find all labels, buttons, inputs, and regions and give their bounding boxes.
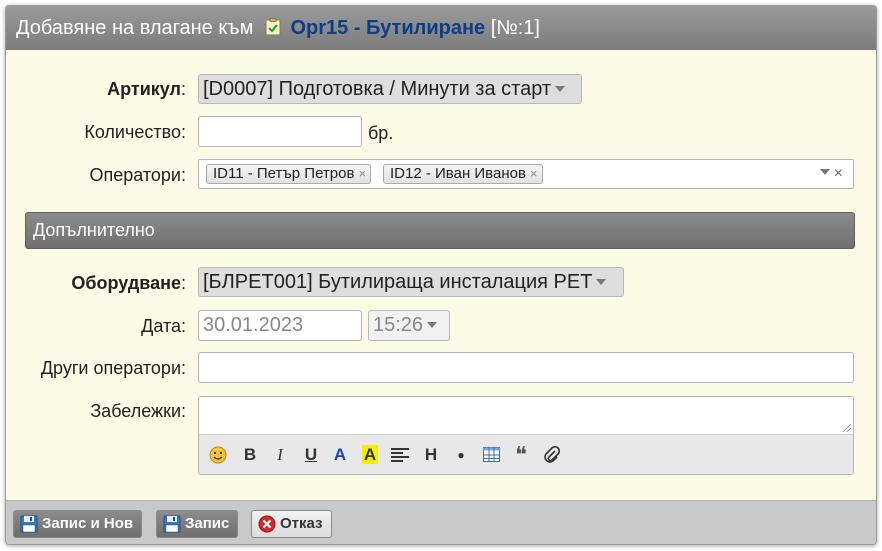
section-header-extra[interactable]: Допълнително	[25, 212, 855, 249]
operator-tag: ID12 - Иван Иванов ×	[383, 164, 543, 184]
time-select[interactable]: 15:26	[368, 310, 450, 341]
bullet-list-button[interactable]: ●	[450, 445, 472, 465]
notes-label: Забележки:	[90, 401, 186, 421]
clear-all-icon[interactable]: ×	[834, 165, 843, 182]
operators-label: Оператори:	[89, 165, 186, 185]
remove-tag-icon[interactable]: ×	[530, 166, 538, 181]
date-input[interactable]: 30.01.2023	[198, 310, 362, 341]
other-operators-input[interactable]	[198, 352, 854, 383]
multiselect-controls: ×	[819, 165, 843, 183]
operators-multiselect[interactable]: ID11 - Петър Петров × ID12 - Иван Иванов ×…	[198, 159, 854, 189]
underline-button[interactable]: U	[300, 445, 322, 465]
cancel-icon	[258, 515, 276, 533]
quantity-input[interactable]	[198, 116, 362, 147]
equipment-select[interactable]: [БЛРЕТ001] Бутилираща инсталация PET	[198, 267, 624, 297]
quantity-row: Количество: бр.	[6, 116, 876, 148]
add-input-dialog: Добавяне на влагане към Opr15 - Бутилира…	[5, 5, 877, 545]
emoji-icon[interactable]	[207, 445, 229, 465]
dialog-number: [№:1]	[490, 17, 540, 39]
notes-editor: B I U A A H ● ❝	[198, 396, 854, 475]
chevron-down-icon	[555, 86, 566, 92]
quote-button[interactable]: ❝	[510, 444, 532, 466]
save-button[interactable]: Запис	[156, 510, 239, 538]
quantity-unit: бр.	[368, 123, 394, 143]
article-row: Артикул: [D0007] Подготовка / Минути за …	[6, 74, 876, 106]
cancel-button[interactable]: Отказ	[251, 510, 332, 538]
editor-toolbar: B I U A A H ● ❝	[199, 434, 853, 474]
operation-link[interactable]: Opr15 - Бутилиране	[290, 17, 485, 39]
bold-button[interactable]: B	[239, 445, 261, 465]
text-color-button[interactable]: A	[329, 445, 351, 465]
quantity-label: Количество:	[84, 122, 186, 142]
notes-textarea[interactable]	[199, 397, 853, 434]
dialog-titlebar: Добавяне на влагане към Opr15 - Бутилира…	[6, 6, 876, 50]
resize-handle[interactable]	[843, 424, 851, 432]
article-label: Артикул:	[107, 79, 186, 99]
other-operators-label: Други оператори:	[40, 358, 186, 378]
italic-button[interactable]: I	[269, 445, 291, 465]
save-and-new-button[interactable]: Запис и Нов	[13, 510, 143, 538]
remove-tag-icon[interactable]: ×	[358, 166, 366, 181]
other-operators-row: Други оператори:	[6, 352, 876, 384]
date-label: Дата:	[141, 316, 186, 336]
highlight-button[interactable]: A	[359, 445, 381, 465]
equipment-label: Оборудване:	[71, 273, 186, 293]
align-icon[interactable]	[389, 445, 411, 465]
chevron-down-icon[interactable]	[819, 169, 830, 175]
chevron-down-icon	[596, 279, 607, 285]
heading-button[interactable]: H	[420, 445, 442, 465]
dialog-footer: Запис и Нов Запис Отказ	[6, 500, 876, 544]
article-select[interactable]: [D0007] Подготовка / Минути за старт	[198, 74, 582, 104]
floppy-disk-icon	[163, 515, 181, 533]
table-icon[interactable]	[480, 445, 502, 465]
dialog-title: Добавяне на влагане към	[16, 17, 254, 39]
operators-row: Оператори: ID11 - Петър Петров × ID12 - И…	[6, 159, 876, 191]
paperclip-icon[interactable]	[541, 445, 563, 465]
date-row: Дата: 30.01.2023 15:26	[6, 310, 876, 342]
equipment-row: Оборудване: [БЛРЕТ001] Бутилираща инстал…	[6, 267, 876, 299]
floppy-disk-icon	[20, 515, 38, 533]
chevron-down-icon	[427, 322, 438, 328]
operator-tag: ID11 - Петър Петров ×	[206, 164, 372, 184]
clipboard-icon	[265, 18, 281, 36]
